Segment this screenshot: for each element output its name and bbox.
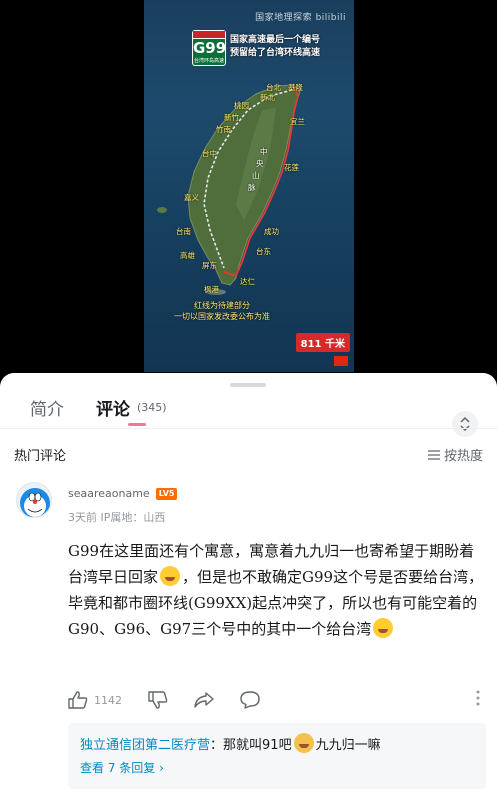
comment-text: G99在这里面还有个寓意，寓意着九九归一也寄希望于期盼着台湾早日回家 ，但是也不敢… xyxy=(68,542,484,638)
video-caption-top: 国家高速最后一个编号 预留给了台湾环线高速 xyxy=(230,35,321,58)
place-label: 央 xyxy=(256,159,264,168)
place-label: 花莲 xyxy=(284,163,299,172)
doraemon-avatar-icon xyxy=(20,488,50,517)
place-label: 新竹 xyxy=(224,113,239,122)
hot-comments-title: 热门评论 xyxy=(14,449,67,464)
share-icon xyxy=(194,692,214,708)
place-label: 屏东 xyxy=(202,261,217,270)
comment-actions: 1142 xyxy=(68,688,486,712)
divider xyxy=(0,428,497,429)
place-label: 台中 xyxy=(202,149,217,158)
video-player[interactable]: 国家地理探索 bilibili G99 台湾环岛高速 国家高速最后一个编号 预留… xyxy=(0,0,497,385)
like-count: 1142 xyxy=(94,693,122,707)
collapse-button[interactable] xyxy=(452,411,478,437)
more-vertical-icon xyxy=(476,690,480,706)
place-label: 台东 xyxy=(256,247,271,256)
sort-label: 按热度 xyxy=(443,449,483,464)
doge-emoji-icon xyxy=(293,733,314,753)
place-label: 嘉义 xyxy=(184,193,199,202)
place-label: 中 xyxy=(260,147,268,156)
level-badge: LV5 xyxy=(155,487,178,500)
comment-bubble-icon xyxy=(240,691,260,709)
place-label: 台南 xyxy=(176,227,191,236)
tab-intro[interactable]: 简介 xyxy=(30,395,64,420)
dislike-button[interactable] xyxy=(148,691,168,709)
reply-username[interactable]: 独立通信团第二医疗营 xyxy=(80,738,210,753)
distance-badge: 811 千米 xyxy=(295,333,350,352)
reply-preview[interactable]: 独立通信团第二医疗营：那就叫91吧 九九归一嘛 查看 7 条回复 › xyxy=(68,723,486,789)
place-label: 竹南 xyxy=(216,125,231,134)
avatar[interactable] xyxy=(16,482,52,518)
g99-highway-sign: G99 台湾环岛高速 xyxy=(192,30,226,66)
like-button[interactable]: 1142 xyxy=(68,691,122,709)
comment-meta: 3天前 IP属地：山西 xyxy=(68,511,166,524)
place-label: 新北 xyxy=(260,93,275,102)
crying-face-emoji-icon xyxy=(160,566,181,586)
place-label: 枫港 xyxy=(204,285,219,294)
laughing-face-emoji-icon xyxy=(373,618,394,638)
share-button[interactable] xyxy=(194,691,214,709)
drag-handle[interactable] xyxy=(230,383,266,387)
place-label: 山 xyxy=(252,171,260,180)
username[interactable]: seaareaoname xyxy=(68,487,150,500)
reply-item: 独立通信团第二医疗营：那就叫91吧 九九归一嘛 xyxy=(80,733,474,757)
place-label: 成功 xyxy=(264,227,279,236)
place-label: 达仁 xyxy=(240,277,255,286)
video-frame: 国家地理探索 bilibili G99 台湾环岛高速 国家高速最后一个编号 预留… xyxy=(144,0,354,372)
sort-icon xyxy=(427,449,440,460)
comment-count: (345) xyxy=(137,401,167,414)
place-label: 高雄 xyxy=(180,251,195,260)
thumbs-down-icon xyxy=(148,691,168,709)
place-label: 脉 xyxy=(248,183,256,192)
thumbs-up-icon xyxy=(68,691,88,709)
reply-button[interactable] xyxy=(240,691,260,709)
tab-indicator xyxy=(128,423,146,426)
comment-sheet: 简介 评论 (345) 热门评论 按热度 seaareaoname LV5 3天… xyxy=(0,373,497,800)
video-watermark: 国家地理探索 bilibili xyxy=(255,13,346,23)
place-label: 宜兰 xyxy=(290,117,305,126)
more-options-button[interactable] xyxy=(476,690,480,710)
tab-comments[interactable]: 评论 xyxy=(96,395,130,420)
view-replies-link[interactable]: 查看 7 条回复 › xyxy=(80,759,474,776)
place-label: 桃园 xyxy=(234,101,249,110)
comment-author[interactable]: seaareaoname LV5 xyxy=(68,487,178,500)
video-caption-bottom: 红线为待建部分 一切以国家发改委公布为准 xyxy=(174,301,270,321)
china-flag-icon xyxy=(334,356,348,366)
place-label: 基隆 xyxy=(288,83,303,92)
sort-button[interactable]: 按热度 xyxy=(427,445,483,464)
